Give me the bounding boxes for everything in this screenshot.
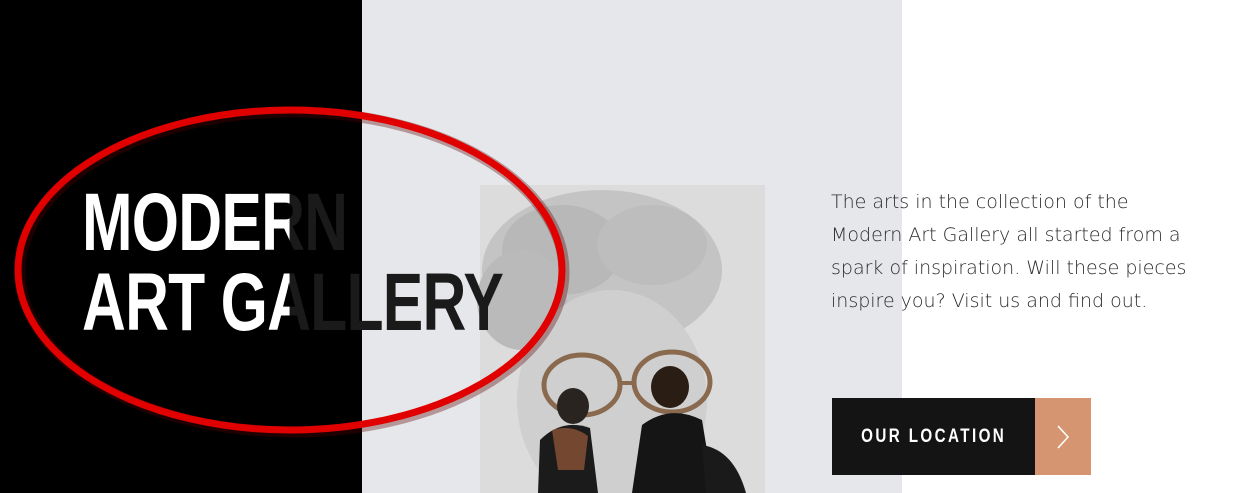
hero-description: The arts in the collection of the Modern… (831, 191, 1187, 312)
chevron-right-glyph (1057, 424, 1070, 449)
hero-section: MODERN ART GALLERY The arts in the colle… (0, 0, 1260, 493)
title-line-2: ART GALLERY (82, 257, 504, 348)
our-location-button[interactable]: OUR LOCATION (832, 398, 1091, 475)
chevron-right-icon[interactable] (1035, 398, 1091, 475)
hero-title: MODERN ART GALLERY (82, 182, 651, 348)
title-line-1: MODERN (82, 182, 503, 264)
our-location-label[interactable]: OUR LOCATION (832, 398, 1035, 475)
our-location-text: OUR LOCATION (860, 425, 1007, 447)
